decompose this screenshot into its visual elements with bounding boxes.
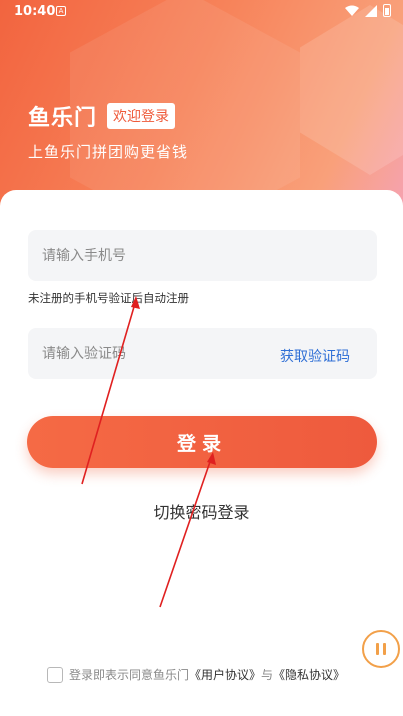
agreement-checkbox[interactable] <box>47 666 63 683</box>
wifi-icon <box>345 5 359 16</box>
get-code-button[interactable]: 获取验证码 <box>280 346 350 366</box>
status-icons <box>345 4 391 17</box>
login-card: 未注册的手机号验证后自动注册 获取验证码 登录 切换密码登录 登录即表示同意鱼乐… <box>0 190 403 716</box>
signal-icon <box>365 4 377 17</box>
phone-input[interactable] <box>28 230 377 281</box>
status-time: 10:40 <box>14 4 56 19</box>
welcome-badge: 欢迎登录 <box>107 103 176 129</box>
brand-row: 鱼乐门 欢迎登录 <box>28 100 176 132</box>
status-bar: 10:40 A <box>0 0 403 24</box>
user-agreement-link[interactable]: 《用户协议》 <box>189 666 261 683</box>
agreement-and: 与 <box>261 668 274 682</box>
slogan: 上鱼乐门拼团购更省钱 <box>28 143 189 161</box>
battery-icon <box>383 4 391 17</box>
agreement-row: 登录即表示同意鱼乐门 《用户协议》 与 《隐私协议》 <box>47 666 345 683</box>
register-hint: 未注册的手机号验证后自动注册 <box>28 291 189 305</box>
brand-title: 鱼乐门 <box>28 106 98 131</box>
decorative-hexagon <box>300 5 403 175</box>
switch-password-login-link[interactable]: 切换密码登录 <box>0 499 403 523</box>
agreement-prefix: 登录即表示同意鱼乐门 <box>69 668 190 682</box>
pause-icon[interactable] <box>362 630 400 668</box>
login-button[interactable]: 登录 <box>27 416 377 468</box>
privacy-policy-link[interactable]: 《隐私协议》 <box>273 666 345 683</box>
notification-icon: A <box>56 6 66 16</box>
